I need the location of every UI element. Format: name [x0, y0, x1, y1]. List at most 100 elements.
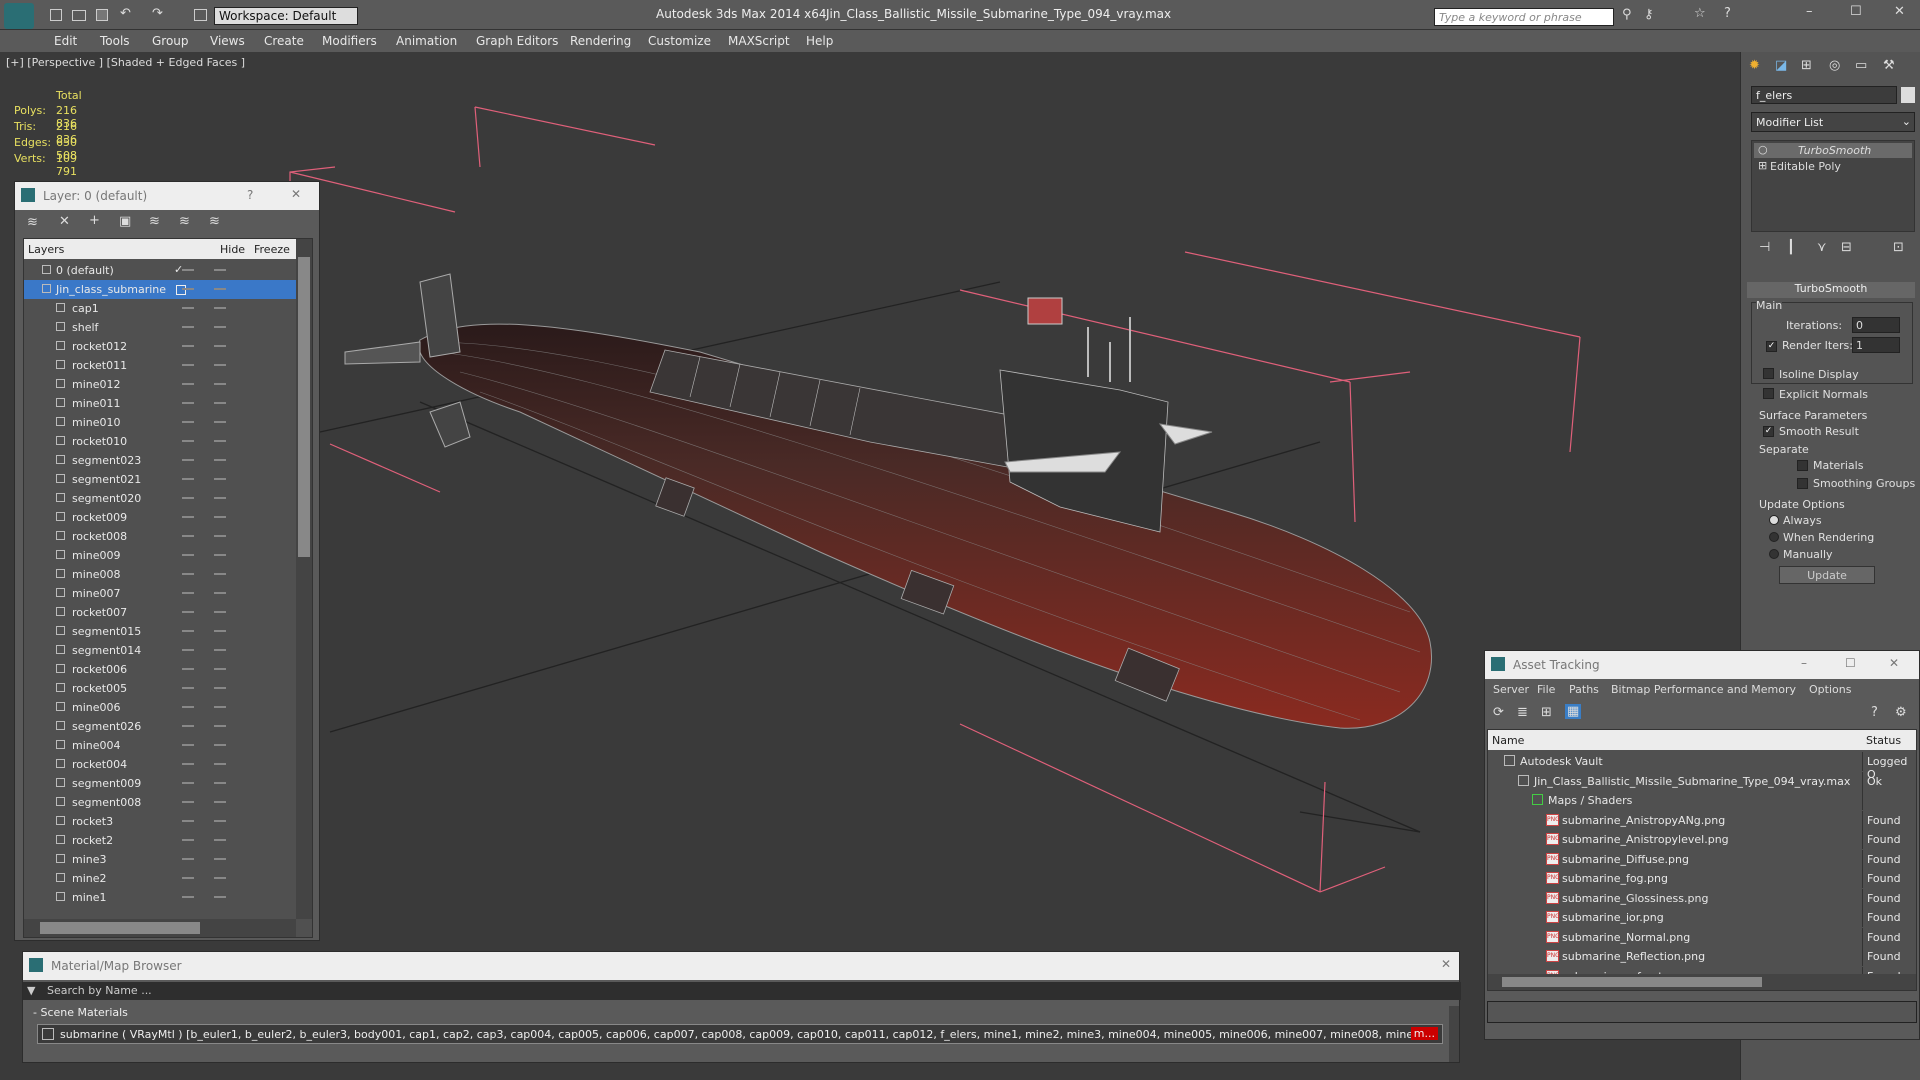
save-icon[interactable] — [96, 9, 108, 21]
layer-object-row[interactable]: mine2 — [24, 869, 296, 888]
manually-radio[interactable] — [1769, 549, 1779, 559]
asset-menu-file[interactable]: File — [1537, 683, 1555, 696]
asset-row[interactable]: PNG submarine_Diffuse.png Found — [1490, 849, 1916, 869]
menu-tools[interactable]: Tools — [100, 34, 130, 48]
layer-object-row[interactable]: mine011 — [24, 394, 296, 413]
hide-toggle[interactable] — [182, 307, 194, 309]
display-tab-icon[interactable]: ▭ — [1855, 58, 1867, 73]
asset-row[interactable]: Jin_Class_Ballistic_Missile_Submarine_Ty… — [1490, 771, 1916, 791]
freeze-toggle[interactable] — [214, 877, 226, 879]
asset-row[interactable]: PNG submarine_AnistropyANg.png Found — [1490, 810, 1916, 830]
menu-edit[interactable]: Edit — [54, 34, 77, 48]
asset-table[interactable]: Name Status Autodesk Vault Logged O Jin_Cl… — [1487, 729, 1917, 991]
layer-vscrollbar[interactable] — [296, 239, 312, 919]
hide-toggle[interactable] — [182, 706, 194, 708]
col-layers[interactable]: Layers — [28, 243, 64, 256]
asset-tracking-title-bar[interactable]: Asset Tracking – ☐ ✕ — [1485, 651, 1919, 679]
add-to-layer-icon[interactable]: + — [89, 213, 100, 228]
layer-object-row[interactable]: mine006 — [24, 698, 296, 717]
asset-row[interactable]: PNG submarine_Glossiness.png Found — [1490, 888, 1916, 908]
render-iters-spinner[interactable]: 1 — [1852, 337, 1900, 353]
freeze-toggle[interactable] — [214, 478, 226, 480]
lightbulb-icon[interactable]: ○ — [1758, 143, 1768, 156]
freeze-toggle[interactable] — [214, 896, 226, 898]
hide-toggle[interactable] — [182, 801, 194, 803]
layer-object-row[interactable]: segment021 — [24, 470, 296, 489]
smoothing-groups-checkbox[interactable] — [1797, 478, 1808, 489]
asset-settings-icon[interactable]: ⚙ — [1895, 705, 1907, 720]
layer-object-row[interactable]: segment014 — [24, 641, 296, 660]
freeze-toggle[interactable] — [214, 801, 226, 803]
layer-object-row[interactable]: segment026 — [24, 717, 296, 736]
hide-toggle[interactable] — [182, 744, 194, 746]
hide-toggle[interactable] — [182, 839, 194, 841]
expand-icon[interactable]: ⊞ — [1758, 159, 1767, 172]
always-radio[interactable] — [1769, 515, 1779, 525]
show-end-result-icon[interactable]: ┃ — [1787, 240, 1795, 255]
freeze-toggle[interactable] — [214, 725, 226, 727]
hide-toggle[interactable] — [182, 592, 194, 594]
asset-menu-options[interactable]: Options — [1809, 683, 1851, 696]
freeze-toggle[interactable] — [214, 630, 226, 632]
freeze-toggle[interactable] — [214, 440, 226, 442]
explicit-normals-checkbox[interactable] — [1763, 388, 1774, 399]
freeze-toggle[interactable] — [214, 782, 226, 784]
layer-object-row[interactable]: rocket008 — [24, 527, 296, 546]
asset-row[interactable]: Maps / Shaders — [1490, 791, 1916, 810]
layer-object-row[interactable]: mine009 — [24, 546, 296, 565]
hide-toggle[interactable] — [182, 649, 194, 651]
remove-modifier-icon[interactable]: ⊟ — [1841, 240, 1852, 255]
freeze-toggle[interactable] — [214, 744, 226, 746]
layer-object-row[interactable]: cap1 — [24, 299, 296, 318]
open-file-icon[interactable] — [72, 10, 86, 21]
layer-object-row[interactable]: mine004 — [24, 736, 296, 755]
materials-checkbox[interactable] — [1797, 460, 1808, 471]
material-search-input[interactable]: ▼ Search by Name ... — [23, 982, 1461, 1000]
freeze-toggle[interactable] — [214, 573, 226, 575]
render-iters-checkbox[interactable]: ✓ — [1766, 341, 1777, 352]
menu-animation[interactable]: Animation — [396, 34, 457, 48]
freeze-toggle[interactable] — [214, 649, 226, 651]
menu-maxscript[interactable]: MAXScript — [728, 34, 790, 48]
col-name[interactable]: Name — [1492, 734, 1524, 747]
freeze-toggle[interactable] — [214, 706, 226, 708]
freeze-toggle[interactable] — [214, 497, 226, 499]
layer-list[interactable]: Layers Hide Freeze 0 (default) ✓ Jin_class… — [23, 238, 313, 938]
menu-rendering[interactable]: Rendering — [570, 34, 631, 48]
object-color-swatch[interactable] — [1901, 87, 1915, 103]
freeze-toggle[interactable] — [214, 839, 226, 841]
menu-views[interactable]: Views — [210, 34, 245, 48]
project-folder-icon[interactable] — [194, 9, 207, 21]
new-file-icon[interactable] — [50, 9, 62, 21]
layer-object-row[interactable]: segment015 — [24, 622, 296, 641]
menu-customize[interactable]: Customize — [648, 34, 711, 48]
layer-object-row[interactable]: mine008 — [24, 565, 296, 584]
update-button[interactable]: Update — [1779, 566, 1875, 584]
material-options-icon[interactable]: ▼ — [27, 984, 35, 997]
make-current-box-icon[interactable] — [176, 285, 186, 295]
menu-graph-editors[interactable]: Graph Editors — [476, 34, 558, 48]
stack-item-turbosmooth[interactable]: ○ TurboSmooth — [1754, 143, 1912, 158]
freeze-toggle[interactable] — [214, 554, 226, 556]
layer-object-row[interactable]: rocket011 — [24, 356, 296, 375]
layer-object-row[interactable]: rocket2 — [24, 831, 296, 850]
material-map-browser[interactable]: Material/Map Browser ✕ ▼ Search by Name … — [22, 951, 1461, 1063]
col-hide[interactable]: Hide — [220, 243, 245, 256]
highlight-layer-icon[interactable]: ≋ — [149, 214, 160, 229]
select-objects-icon[interactable]: ▣ — [119, 214, 131, 229]
make-unique-icon[interactable]: ⋎ — [1817, 240, 1827, 255]
layer-row-default[interactable]: 0 (default) ✓ — [24, 261, 296, 280]
hide-toggle[interactable] — [182, 421, 194, 423]
layer-close-icon[interactable]: ✕ — [291, 187, 301, 201]
hide-toggle[interactable] — [182, 554, 194, 556]
freeze-toggle[interactable] — [214, 364, 226, 366]
freeze-toggle[interactable] — [214, 383, 226, 385]
hide-toggle[interactable] — [182, 535, 194, 537]
workspace-dropdown[interactable]: Workspace: Default — [214, 7, 358, 25]
layer-object-row[interactable]: rocket007 — [24, 603, 296, 622]
layer-vscroll-thumb[interactable] — [298, 257, 310, 557]
freeze-toggle[interactable] — [214, 592, 226, 594]
minimize-icon[interactable]: – — [1806, 4, 1813, 19]
modifier-stack[interactable]: ○ TurboSmooth ⊞ Editable Poly — [1751, 140, 1915, 232]
menu-create[interactable]: Create — [264, 34, 304, 48]
